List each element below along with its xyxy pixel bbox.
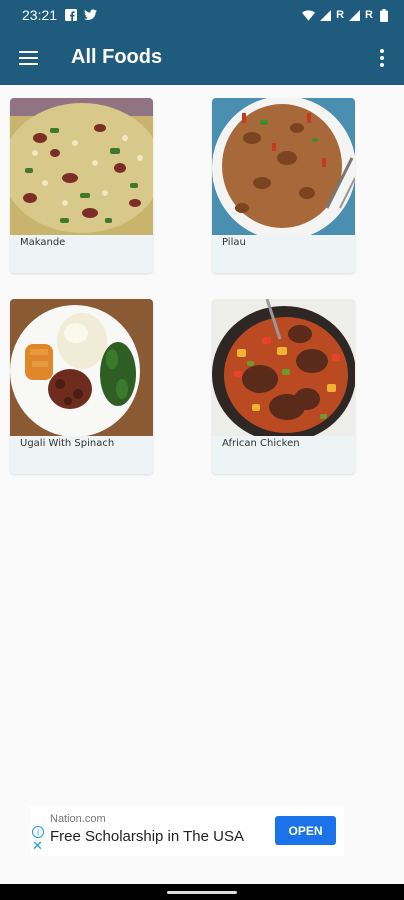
food-image-makande (10, 98, 153, 235)
roaming-indicator: R (365, 9, 373, 21)
food-card-makande[interactable]: Makande (10, 98, 153, 273)
ad-source: Nation.com (50, 813, 106, 825)
ad-open-button[interactable]: OPEN (275, 816, 336, 845)
ad-headline[interactable]: Free Scholarship in The USA (50, 828, 244, 845)
food-name: Ugali With Spinach (20, 438, 115, 449)
ad-banner[interactable]: i ✕ Nation.com Free Scholarship in The U… (30, 806, 344, 856)
status-bar: 23:21 R R (0, 0, 404, 30)
more-vert-icon[interactable] (360, 30, 404, 85)
home-gesture-handle[interactable] (167, 891, 237, 894)
battery-icon (377, 8, 390, 22)
signal-icon (319, 9, 332, 22)
page-title: All Foods (71, 46, 163, 68)
signal-icon (348, 9, 361, 22)
food-name: African Chicken (222, 438, 300, 449)
status-time: 23:21 (22, 7, 58, 23)
wifi-icon (302, 9, 316, 22)
twitter-icon (84, 9, 98, 22)
food-card-african-chicken[interactable]: African Chicken (212, 299, 355, 474)
food-name: Pilau (222, 237, 246, 248)
food-image-african-chicken (212, 299, 355, 436)
roaming-indicator: R (336, 9, 345, 21)
food-card-ugali-with-spinach[interactable]: Ugali With Spinach (10, 299, 153, 474)
app-bar: All Foods (0, 30, 404, 85)
food-name: Makande (20, 237, 66, 248)
food-card-pilau[interactable]: Pilau (212, 98, 355, 273)
adchoices-icon[interactable]: i (32, 826, 44, 838)
close-icon[interactable]: ✕ (32, 839, 43, 852)
facebook-icon (64, 9, 77, 22)
food-image-ugali (10, 299, 153, 436)
food-image-pilau (212, 98, 355, 235)
hamburger-menu-icon[interactable] (0, 30, 56, 85)
